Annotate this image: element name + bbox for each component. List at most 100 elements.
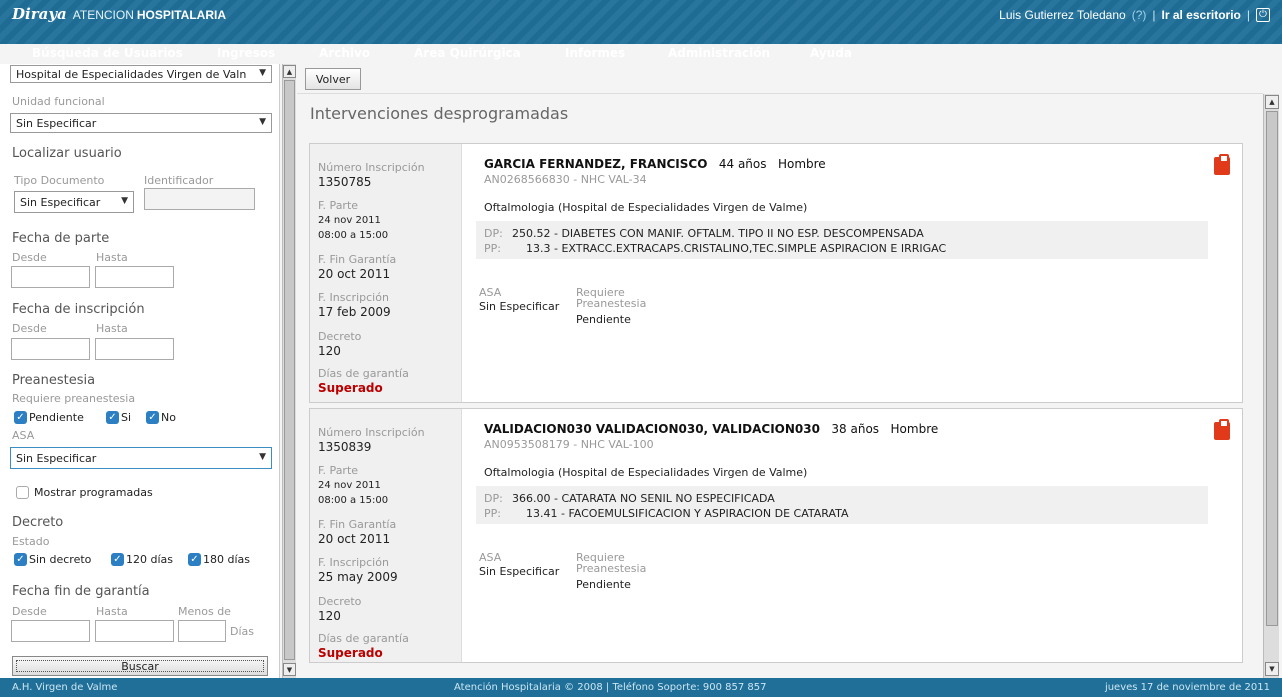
chk-pendiente[interactable]: ✓ Pendiente [14,411,84,424]
checkbox-checked-icon: ✓ [111,553,124,566]
fin-menos-de-label: Menos de [178,605,231,618]
chk-sin-decreto[interactable]: ✓ Sin decreto [14,553,91,566]
asa-label: ASA [479,551,502,564]
sidebar-scrollbar[interactable]: ▲ ▼ [282,64,296,678]
preanestesia-heading: Preanestesia [12,373,96,388]
asa-label: ASA [12,429,35,442]
page-title: Intervenciones desprogramadas [310,104,569,123]
unidad-funcional-label: Unidad funcional [12,95,105,108]
patient-header: VALIDACION030 VALIDACION030, VALIDACION0… [484,422,938,436]
f-parte-time: 08:00 a 15:00 [318,230,389,241]
chk-no[interactable]: ✓ No [146,411,176,424]
menu-archivo[interactable]: Archivo [319,46,370,60]
num-inscripcion-value: 1350839 [318,440,372,454]
menu-busqueda-usuarios[interactable]: Búsqueda de Usuarios [32,46,183,60]
fecha-insc-desde-label: Desde [12,322,47,335]
fin-desde-input[interactable] [11,620,90,642]
specialty: Oftalmologia (Hospital de Especialidades… [484,466,808,479]
fin-hasta-input[interactable] [95,620,174,642]
scroll-down-icon[interactable]: ▼ [1265,662,1279,676]
chk-mostrar-programadas[interactable]: Mostrar programadas [16,486,153,499]
diraya-logo: Diraya [12,5,67,23]
checkbox-checked-icon: ✓ [14,553,27,566]
diagnosis-box: DP: 250.52 - DIABETES CON MANIF. OFTALM. … [476,221,1208,259]
clipboard-icon[interactable] [1214,419,1230,440]
footer-copyright: Atención Hospitalaria © 2008 | Teléfono … [454,682,767,693]
hospital-select[interactable]: Hospital de Especialidades Virgen de Val… [10,65,272,83]
patient-name[interactable]: GARCIA FERNANDEZ, FRANCISCO [484,157,707,171]
scrollbar-thumb[interactable] [1266,111,1278,626]
chk-120-label: 120 días [126,553,174,566]
identificador-input[interactable] [144,188,255,210]
fecha-parte-hasta-input[interactable] [95,266,174,288]
main-menu: Búsqueda de Usuarios Ingresos Archivo Ár… [0,44,1282,64]
f-parte-label: F. Parte [318,199,359,212]
menu-ayuda[interactable]: Ayuda [810,46,852,60]
asa-label: ASA [479,286,502,299]
f-inscripcion-label: F. Inscripción [318,556,389,569]
tipo-documento-select[interactable]: Sin Especificar ▼ [14,191,134,213]
fecha-insc-desde-input[interactable] [11,338,90,360]
f-parte-time: 08:00 a 15:00 [318,495,389,506]
chk-180-label: 180 días [203,553,251,566]
preanestesia-label: Preanestesia [576,562,647,575]
search-sidebar: Hospital de Especialidades Virgen de Val… [0,64,280,678]
volver-button[interactable]: Volver [305,68,361,90]
dp-value: 250.52 - DIABETES CON MANIF. OFTALM. TIP… [512,227,924,240]
checkbox-checked-icon: ✓ [146,411,159,424]
scroll-up-icon[interactable]: ▲ [283,65,296,78]
buscar-button[interactable]: Buscar [12,656,268,676]
scroll-up-icon[interactable]: ▲ [1265,95,1279,109]
toolbar-divider [297,93,1263,94]
chk-si[interactable]: ✓ Si [106,411,131,424]
fecha-parte-desde-input[interactable] [11,266,90,288]
card-summary-panel: Número Inscripción 1350785 F. Parte 24 n… [310,144,462,402]
tipo-documento-label: Tipo Documento [14,174,105,187]
dias-garantia-label: Días de garantía [318,632,409,645]
menu-informes[interactable]: Informes [565,46,625,60]
scrollbar-thumb[interactable] [284,80,295,660]
f-inscripcion-value: 25 may 2009 [318,570,398,584]
chk-no-label: No [161,411,176,424]
footer-hospital: A.H. Virgen de Valme [12,682,118,693]
asa-select[interactable]: Sin Especificar ▼ [10,447,272,469]
chk-120-dias[interactable]: ✓ 120 días [111,553,173,566]
preanestesia-label: Preanestesia [576,297,647,310]
preanestesia-value: Pendiente [576,313,631,326]
decreto-value: 120 [318,609,341,623]
app-title-prefix: ATENCION [72,8,134,22]
num-inscripcion-value: 1350785 [318,175,372,189]
dias-garantia-label: Días de garantía [318,367,409,380]
clipboard-icon[interactable] [1214,154,1230,175]
patient-age: 38 años [831,422,880,436]
go-to-desktop-link[interactable]: Ir al escritorio [1162,8,1241,22]
chk-sin-decreto-label: Sin decreto [29,553,92,566]
patient-name[interactable]: VALIDACION030 VALIDACION030, VALIDACION0… [484,422,820,436]
fecha-inscripcion-heading: Fecha de inscripción [12,302,145,317]
asa-value: Sin Especificar [479,300,560,313]
fin-desde-label: Desde [12,605,47,618]
pp-value: 13.3 - EXTRACC.EXTRACAPS.CRISTALINO,TEC.… [526,242,947,255]
checkbox-checked-icon: ✓ [106,411,119,424]
menu-ingresos[interactable]: Ingresos [217,46,275,60]
requiere-preanestesia-label: Requiere preanestesia [12,392,136,405]
logout-power-icon[interactable]: ⏻ [1256,8,1270,22]
dp-value: 366.00 - CATARATA NO SENIL NO ESPECIFICA… [512,492,775,505]
fin-menos-de-input[interactable] [178,620,226,642]
fecha-insc-hasta-input[interactable] [95,338,174,360]
scroll-down-icon[interactable]: ▼ [283,663,296,676]
chevron-down-icon: ▼ [259,68,266,78]
help-icon[interactable]: (?) [1132,8,1147,22]
menu-administracion[interactable]: Administración [668,46,770,60]
chevron-down-icon: ▼ [259,117,266,127]
chk-180-dias[interactable]: ✓ 180 días [188,553,250,566]
f-fin-garantia-label: F. Fin Garantía [318,518,397,531]
chk-pendiente-label: Pendiente [29,411,84,424]
chk-si-label: Si [121,411,132,424]
dias-garantia-value: Superado [318,381,383,395]
main-scrollbar[interactable]: ▲ ▼ [1263,94,1279,678]
fin-hasta-label: Hasta [96,605,128,618]
decreto-label: Decreto [318,595,362,608]
menu-area-quirurgica[interactable]: Área Quirúrgica [414,46,521,60]
unidad-funcional-select[interactable]: Sin Especificar ▼ [10,113,272,133]
